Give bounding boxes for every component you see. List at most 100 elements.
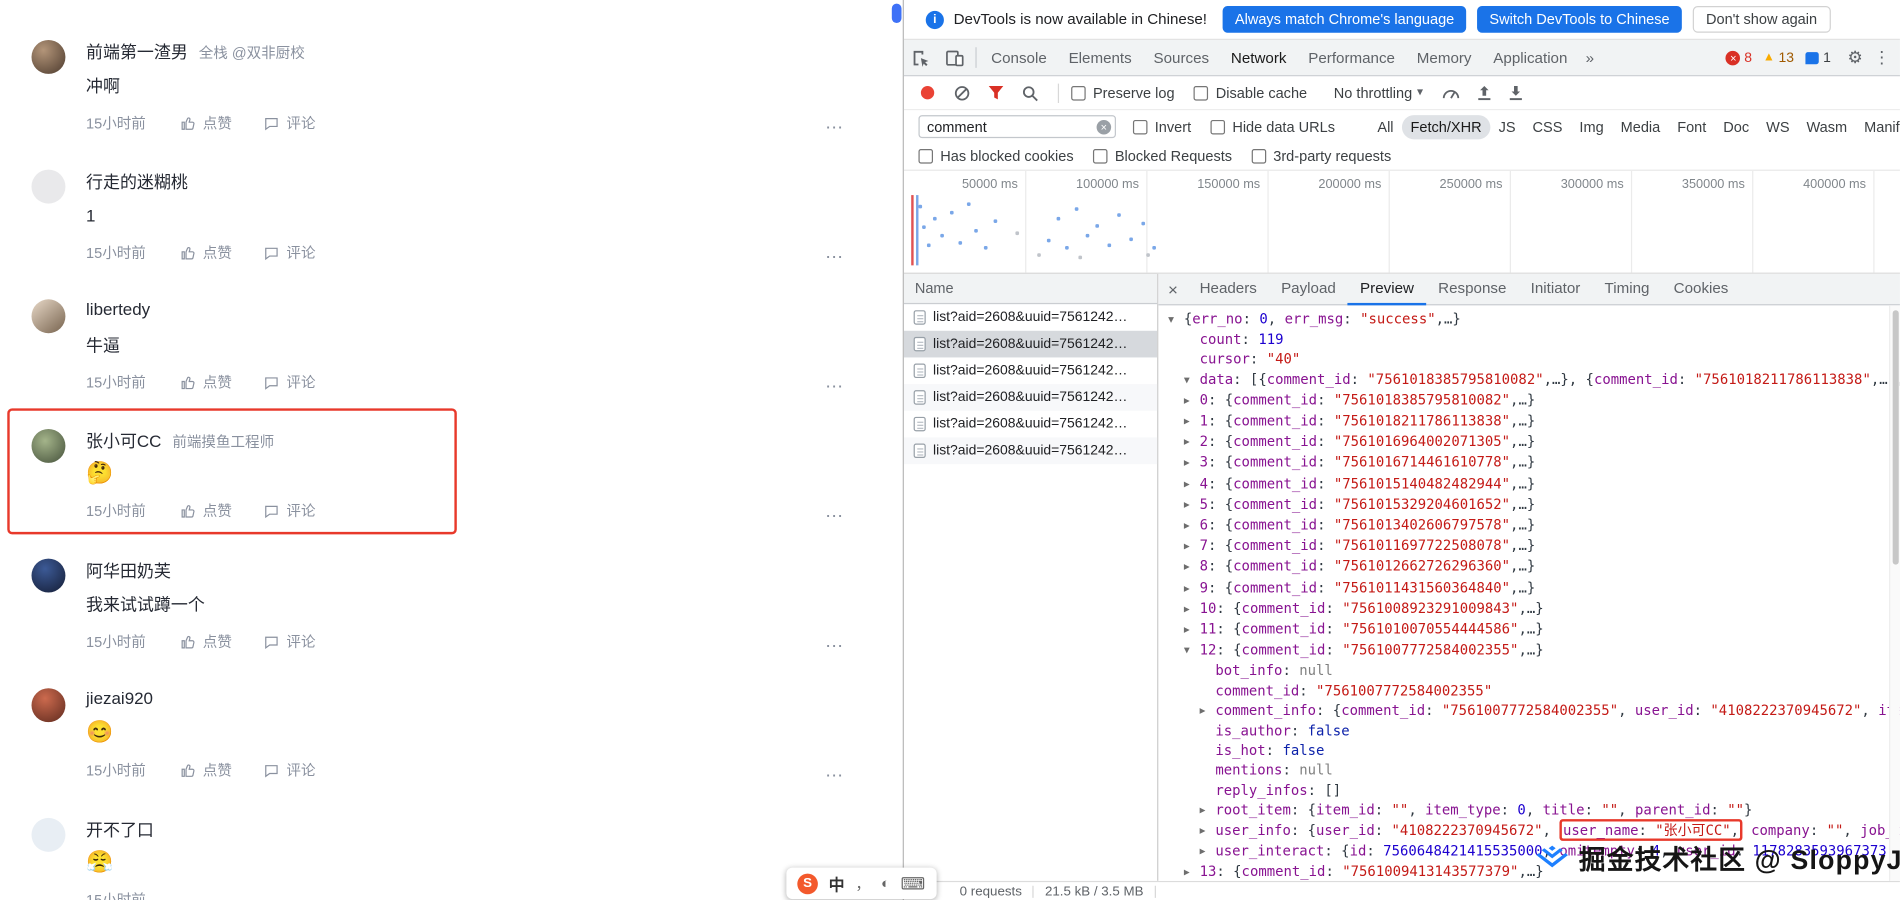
filter-type-manifest[interactable]: Manifest	[1856, 115, 1900, 139]
close-details-icon[interactable]: ×	[1158, 279, 1187, 298]
ime-keyboard-icon[interactable]: ⌨	[901, 873, 925, 894]
user-avatar[interactable]	[32, 688, 66, 722]
tree-expand-arrow[interactable]: ▶	[1184, 620, 1200, 640]
tree-expand-arrow[interactable]: ▶	[1200, 701, 1216, 721]
tree-expand-arrow[interactable]: ▶	[1184, 412, 1200, 432]
inspect-element-icon[interactable]	[904, 40, 938, 76]
device-toolbar-icon[interactable]	[938, 40, 972, 76]
tree-expand-arrow[interactable]: ▶	[1184, 537, 1200, 557]
tree-expand-arrow[interactable]: ▶	[1184, 391, 1200, 411]
reply-button[interactable]: 评论	[263, 631, 315, 652]
settings-gear-icon[interactable]: ⚙	[1842, 47, 1869, 68]
ime-toolbar[interactable]: S 中 ， ◐ ⌨	[786, 868, 936, 900]
filter-funnel-icon[interactable]	[988, 85, 1005, 101]
more-options-button[interactable]: ⋯	[825, 376, 844, 398]
comment-username[interactable]: libertedy	[86, 299, 150, 318]
tree-expand-arrow[interactable]: ▶	[1184, 454, 1200, 474]
like-button[interactable]: 点赞	[180, 372, 232, 393]
more-options-button[interactable]: ⋯	[825, 505, 844, 527]
detail-tab-cookies[interactable]: Cookies	[1662, 273, 1741, 305]
more-options-button[interactable]: ⋯	[825, 765, 844, 787]
invert-checkbox[interactable]: Invert	[1133, 118, 1191, 135]
request-row[interactable]: list?aid=2608&uuid=7561242…	[904, 357, 1157, 384]
reply-button[interactable]: 评论	[263, 372, 315, 393]
filter-type-font[interactable]: Font	[1669, 115, 1715, 139]
tab-elements[interactable]: Elements	[1058, 40, 1143, 76]
more-options-button[interactable]: ⋯	[825, 246, 844, 268]
tree-expand-arrow[interactable]: ▶	[1184, 516, 1200, 536]
filter-type-img[interactable]: Img	[1571, 115, 1612, 139]
tree-expand-arrow[interactable]: ▼	[1184, 370, 1200, 390]
ime-language-toggle[interactable]: 中	[829, 872, 845, 895]
comment-username[interactable]: 张小可CC	[86, 429, 161, 453]
ime-punctuation-icon[interactable]: ，	[855, 873, 870, 894]
comment-username[interactable]: 阿华田奶芙	[86, 559, 171, 583]
like-button[interactable]: 点赞	[180, 631, 232, 652]
tree-expand-arrow[interactable]: ▶	[1184, 433, 1200, 453]
detail-tab-timing[interactable]: Timing	[1592, 273, 1661, 305]
hide-data-urls-checkbox[interactable]: Hide data URLs	[1211, 118, 1335, 135]
throttling-select[interactable]: No throttling▾	[1334, 84, 1423, 101]
clear-network-log-button[interactable]	[954, 84, 971, 101]
devtools-menu-icon[interactable]: ⋮	[1868, 47, 1895, 68]
tree-expand-arrow[interactable]: ▶	[1200, 822, 1216, 842]
ime-shape-icon[interactable]: ◐	[881, 875, 890, 892]
like-button[interactable]: 点赞	[180, 242, 232, 263]
filter-type-wasm[interactable]: Wasm	[1798, 115, 1856, 139]
sogou-logo-icon[interactable]: S	[797, 873, 818, 894]
switch-devtools-chinese-button[interactable]: Switch DevTools to Chinese	[1477, 6, 1681, 33]
tree-expand-arrow[interactable]: ▶	[1184, 600, 1200, 620]
disable-cache-checkbox[interactable]: Disable cache	[1194, 84, 1307, 101]
console-warnings-badge[interactable]: ▲13	[1763, 50, 1794, 65]
detail-tab-response[interactable]: Response	[1426, 273, 1518, 305]
detail-tab-headers[interactable]: Headers	[1187, 273, 1268, 305]
details-scrollbar-thumb[interactable]	[1892, 310, 1898, 564]
filter-type-media[interactable]: Media	[1612, 115, 1669, 139]
network-filter-input[interactable]	[918, 115, 1116, 138]
like-button[interactable]: 点赞	[180, 760, 232, 781]
tab-sources[interactable]: Sources	[1143, 40, 1220, 76]
tree-expand-arrow[interactable]: ▶	[1200, 842, 1216, 862]
request-row[interactable]: list?aid=2608&uuid=7561242…	[904, 304, 1157, 331]
filter-type-ws[interactable]: WS	[1758, 115, 1798, 139]
comment-username[interactable]: jiezai920	[86, 688, 153, 707]
name-column-header[interactable]: Name	[904, 274, 1157, 304]
filter-type-fetch-xhr[interactable]: Fetch/XHR	[1402, 115, 1490, 139]
user-avatar[interactable]	[32, 429, 66, 463]
comment-username[interactable]: 前端第一渣男	[86, 40, 188, 64]
tree-expand-arrow[interactable]: ▼	[1168, 310, 1184, 330]
reply-button[interactable]: 评论	[263, 113, 315, 134]
request-row-selected[interactable]: list?aid=2608&uuid=7561242…	[904, 331, 1157, 358]
like-button[interactable]: 点赞	[180, 500, 232, 521]
more-tabs-button[interactable]: »	[1578, 40, 1601, 76]
user-avatar[interactable]	[32, 40, 66, 74]
tree-expand-arrow[interactable]: ▶	[1184, 579, 1200, 599]
tree-expand-arrow[interactable]: ▶	[1184, 495, 1200, 515]
issues-badge[interactable]: 1	[1805, 50, 1831, 65]
tree-expand-arrow[interactable]: ▶	[1184, 475, 1200, 495]
tab-console[interactable]: Console	[980, 40, 1057, 76]
preserve-log-checkbox[interactable]: Preserve log	[1071, 84, 1174, 101]
tree-expand-arrow[interactable]: ▶	[1200, 801, 1216, 821]
dont-show-again-button[interactable]: Don't show again	[1693, 6, 1831, 33]
tab-network[interactable]: Network	[1220, 40, 1297, 76]
user-avatar[interactable]	[32, 170, 66, 204]
blocked-requests-checkbox[interactable]: Blocked Requests	[1093, 148, 1232, 165]
reply-button[interactable]: 评论	[263, 760, 315, 781]
filter-type-js[interactable]: JS	[1490, 115, 1524, 139]
like-button[interactable]: 点赞	[180, 113, 232, 134]
network-overview-timeline[interactable]: 50000 ms 100000 ms 150000 ms 200000 ms 2…	[904, 171, 1900, 274]
tab-performance[interactable]: Performance	[1297, 40, 1406, 76]
record-button[interactable]	[921, 86, 934, 99]
details-scrollbar[interactable]	[1889, 305, 1900, 881]
search-icon[interactable]	[1021, 84, 1038, 101]
detail-tab-payload[interactable]: Payload	[1269, 273, 1348, 305]
reply-button[interactable]: 评论	[263, 242, 315, 263]
tab-application[interactable]: Application	[1482, 40, 1578, 76]
import-har-icon[interactable]	[1478, 85, 1493, 100]
network-conditions-icon[interactable]	[1443, 85, 1461, 100]
page-scrollbar-thumb[interactable]	[892, 4, 902, 23]
export-har-icon[interactable]	[1509, 85, 1524, 100]
tab-memory[interactable]: Memory	[1406, 40, 1483, 76]
more-options-button[interactable]: ⋯	[825, 635, 844, 657]
